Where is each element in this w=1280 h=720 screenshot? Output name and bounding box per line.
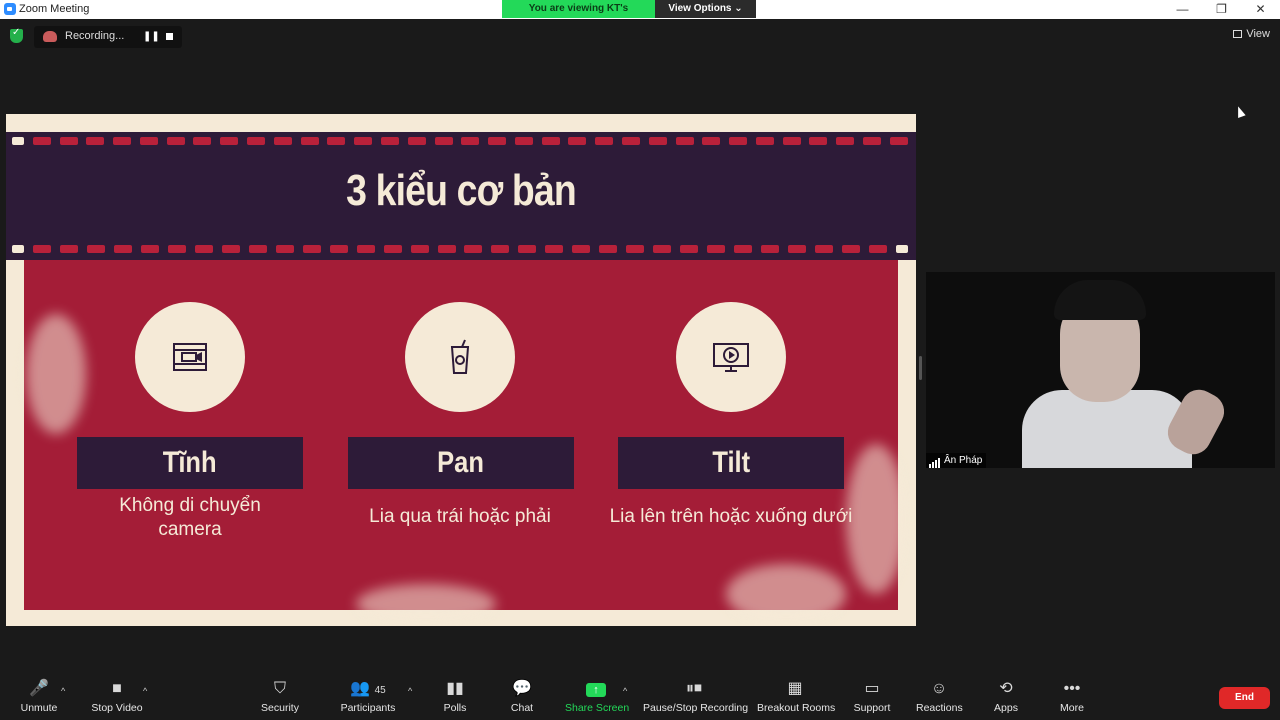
reactions-label: Reactions [916, 702, 963, 714]
chevron-down-icon: ⌄ [734, 3, 743, 14]
film-camera-icon [173, 343, 207, 371]
participant-video[interactable] [926, 272, 1275, 468]
restore-button[interactable]: ❐ [1202, 0, 1241, 19]
support-label: Support [853, 702, 891, 714]
shared-screen-slide: 3 kiểu cơ bản Tĩnh Pan Tilt Không di chu… [6, 114, 916, 626]
apps-label: Apps [994, 702, 1018, 714]
share-options-chevron-icon[interactable]: ^ [623, 686, 627, 696]
share-arrow-icon: ↑ [586, 683, 606, 697]
close-button[interactable]: ✕ [1241, 0, 1280, 19]
participants-label: Participants [340, 702, 396, 714]
breakout-rooms-grid-icon: ▦ [787, 680, 803, 697]
unmute-label: Unmute [20, 702, 58, 714]
chat-bubble-icon: 💬 [512, 680, 532, 697]
view-options-label: View Options [668, 3, 732, 14]
cup-icon [450, 339, 470, 374]
slide-title: 3 kiểu cơ bản [346, 166, 576, 215]
breakout-rooms-label: Breakout Rooms [757, 702, 836, 714]
video-camera-icon: ■ [112, 680, 122, 697]
grunge-texture [356, 584, 496, 624]
meeting-toolbar: 🎤 Unmute ^ ■ Stop Video ^ ⛉ Security 👥 4… [0, 672, 1280, 720]
view-label: View [1246, 28, 1270, 40]
polls-bar-chart-icon: ▮▮ [446, 680, 464, 697]
grunge-texture [726, 564, 846, 624]
more-button[interactable]: ••• More [1057, 680, 1087, 714]
grunge-texture [26, 314, 86, 434]
security-button[interactable]: ⛉ Security [258, 680, 302, 714]
pause-stop-recording-button[interactable]: ⏸⏹ Pause/Stop Recording [643, 680, 749, 714]
item-icon-circle [135, 302, 245, 412]
item-icon-circle [405, 302, 515, 412]
item-description: Không di chuyển camera [119, 495, 261, 540]
support-button[interactable]: ▭ Support [852, 680, 892, 714]
item-icon-circle [676, 302, 786, 412]
play-monitor-icon [713, 343, 749, 372]
support-screen-icon: ▭ [864, 680, 880, 697]
item-heading-box: Tilt [618, 437, 844, 489]
participant-count: 45 [374, 685, 386, 696]
window-title: Zoom Meeting [19, 3, 90, 15]
item-description: Lia lên trên hoặc xuống dưới [609, 506, 853, 527]
item-description: Lia qua trái hoặc phải [369, 506, 551, 527]
grid-icon [1233, 30, 1243, 38]
encryption-shield-icon[interactable] [10, 27, 23, 43]
audio-options-chevron-icon[interactable]: ^ [61, 686, 65, 696]
share-screen-label: Share Screen [565, 702, 630, 714]
participants-button[interactable]: 👥 45 Participants [338, 680, 398, 714]
video-frame-person [1054, 280, 1146, 320]
mouse-cursor-icon [1234, 104, 1246, 119]
unmute-button[interactable]: 🎤 Unmute [18, 680, 60, 714]
film-perforation-bottom [6, 245, 916, 255]
chat-button[interactable]: 💬 Chat [505, 680, 539, 714]
participant-name: Ân Pháp [944, 455, 983, 466]
muted-microphone-icon: 🎤 [29, 680, 49, 697]
title-bar: Zoom Meeting You are viewing KT's screen… [0, 0, 1280, 32]
reactions-smiley-icon: ☺ [930, 680, 948, 697]
item-heading: Tilt [712, 446, 750, 479]
item-heading-box: Pan [348, 437, 574, 489]
item-heading: Tĩnh [163, 446, 217, 479]
pause-stop-icon: ⏸⏹ [685, 680, 702, 697]
end-meeting-button[interactable]: End [1219, 687, 1270, 709]
more-label: More [1060, 702, 1084, 714]
panel-resize-handle[interactable] [919, 356, 922, 380]
film-perforation-top [6, 137, 916, 147]
stop-recording-button[interactable] [166, 33, 173, 40]
participants-icon: 👥 45 [350, 680, 386, 697]
reactions-button[interactable]: ☺ Reactions [916, 680, 963, 714]
share-screen-button[interactable]: ↑ Share Screen [565, 680, 630, 714]
meeting-topbar: Recording... ❚❚ View [0, 19, 1280, 55]
pause-recording-button[interactable]: ❚❚ [143, 31, 160, 42]
view-options-button[interactable]: View Options ⌄ [655, 0, 756, 18]
zoom-logo-icon [4, 3, 16, 15]
video-options-chevron-icon[interactable]: ^ [143, 686, 147, 696]
breakout-rooms-button[interactable]: ▦ Breakout Rooms [757, 680, 836, 714]
pause-stop-recording-label: Pause/Stop Recording [643, 702, 749, 714]
security-label: Security [261, 702, 299, 714]
more-dots-icon: ••• [1063, 680, 1081, 697]
viewing-status: You are viewing KT's screen [502, 0, 655, 32]
item-heading-box: Tĩnh [77, 437, 303, 489]
item-heading: Pan [437, 446, 485, 479]
window-controls: — ❐ ✕ [1163, 0, 1280, 19]
recording-status: Recording... [65, 30, 125, 42]
participants-options-chevron-icon[interactable]: ^ [408, 686, 412, 696]
stop-video-label: Stop Video [91, 702, 143, 714]
apps-icon: ⟲ [999, 680, 1013, 697]
recording-indicator: Recording... ❚❚ [34, 26, 182, 48]
polls-button[interactable]: ▮▮ Polls [438, 680, 472, 714]
viewing-banner: You are viewing KT's screen View Options… [502, 0, 756, 32]
share-screen-icon: ↑ [565, 680, 627, 698]
stop-video-button[interactable]: ■ Stop Video [88, 680, 146, 714]
cloud-recording-icon [43, 31, 57, 42]
signal-strength-icon [929, 453, 941, 468]
security-shield-icon: ⛉ [273, 680, 286, 697]
chat-label: Chat [510, 702, 534, 714]
polls-label: Polls [443, 702, 467, 714]
minimize-button[interactable]: — [1163, 0, 1202, 19]
participant-name-tag: Ân Pháp [926, 453, 987, 468]
apps-button[interactable]: ⟲ Apps [992, 680, 1020, 714]
view-button[interactable]: View [1233, 28, 1270, 40]
